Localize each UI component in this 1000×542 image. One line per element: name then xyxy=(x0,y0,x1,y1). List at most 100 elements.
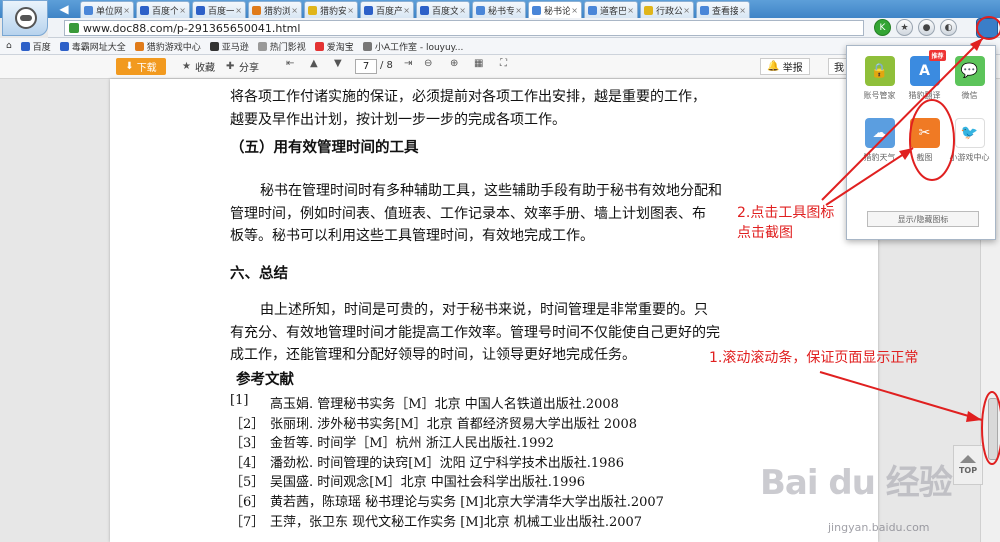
collect-button[interactable]: ★ 收藏 xyxy=(182,59,215,74)
tab-label: 猎豹浏... xyxy=(264,6,291,17)
browser-tab[interactable]: 查看接...× xyxy=(696,1,750,18)
browser-tab[interactable]: 猎豹安...× xyxy=(304,1,358,18)
tab-close-icon[interactable]: × xyxy=(347,6,354,15)
reference-number: ［5］ xyxy=(230,475,265,491)
browser-tab[interactable]: 行政公...× xyxy=(640,1,694,18)
tab-close-icon[interactable]: × xyxy=(459,6,466,15)
history-icon[interactable]: ◐ xyxy=(940,19,957,36)
url-text: www.doc88.com/p-291365650041.html xyxy=(83,21,301,35)
browser-tab[interactable]: 百度个...× xyxy=(136,1,190,18)
intro-line-1: 将各项工作付诸实施的保证，必须提前对各项工作出安排，越是重要的工作， xyxy=(230,89,706,105)
zoom-out-button[interactable]: ⊖ xyxy=(424,59,437,69)
report-button[interactable]: 🔔 举报 xyxy=(760,58,810,75)
browser-tab[interactable]: 道客巴...× xyxy=(584,1,638,18)
share-icon: ✚ xyxy=(226,60,235,72)
section6-paragraph: 由上述所知，时间是可贵的，对于秘书来说，时间管理是非常重要的。只 有充分、有效地… xyxy=(230,299,766,367)
tab-favicon-icon xyxy=(308,5,317,15)
tools-menu-button[interactable] xyxy=(976,18,998,38)
last-page-button[interactable]: ⇥ xyxy=(404,59,417,69)
download-icon: ⬇ xyxy=(125,61,134,72)
reference-item: ［3］ 金哲等. 时间学［M］杭州 浙江人民出版社.1992 xyxy=(230,432,770,452)
tab-close-icon[interactable]: × xyxy=(683,6,690,15)
download-button[interactable]: ⬇ 下载 xyxy=(116,58,166,75)
tool-app[interactable]: 💬 微信 xyxy=(947,56,992,118)
report-label: 举报 xyxy=(782,63,803,74)
zoom-in-button[interactable]: ⊕ xyxy=(450,59,463,69)
tabs-container: 单位网...×百度个...×百度一...×猎豹浏...×猎豹安...×百度产..… xyxy=(80,1,752,18)
grid-view-button[interactable]: ▦ xyxy=(474,59,487,69)
last-page-icon: ⇥ xyxy=(404,58,413,69)
up-chevron-icon xyxy=(960,455,976,463)
bookmark-label: 热门影视 xyxy=(269,42,306,53)
tool-app[interactable]: ☁ 猎豹天气 xyxy=(857,118,902,180)
bookmark-item[interactable]: 小A工作室 - louyuy... xyxy=(362,40,463,53)
tool-app[interactable]: A 推荐 猎豹翻译 xyxy=(902,50,947,118)
tab-label: 百度产... xyxy=(376,6,403,17)
browser-tab[interactable]: 秘书论...× xyxy=(528,1,582,18)
reference-number: ［3］ xyxy=(230,436,265,452)
bookmark-icon xyxy=(209,41,219,51)
favorite-star-icon[interactable]: ★ xyxy=(896,19,913,36)
tool-app-glyph: ✂ xyxy=(918,125,931,141)
bookmark-item[interactable]: 热门影视 xyxy=(257,40,306,53)
step2-line-2: 点击截图 xyxy=(737,225,793,241)
bookmark-item[interactable]: 百度 xyxy=(20,40,51,53)
share-label: 分享 xyxy=(239,63,259,74)
tab-label: 行政公... xyxy=(656,6,683,17)
tool-app-icon: ☁ xyxy=(864,118,895,148)
tool-app[interactable]: 🔒 账号管家 xyxy=(857,56,902,118)
section6-title: 六、总结 xyxy=(230,265,288,282)
bookmark-item[interactable]: 爱淘宝 xyxy=(314,40,354,53)
page-number-input[interactable]: 7 xyxy=(355,59,377,74)
collect-label: 收藏 xyxy=(195,63,215,74)
browser-tab[interactable]: 百度产...× xyxy=(360,1,414,18)
tools-grid: 🔒 账号管家 A 推荐 猎豹翻译 💬 微信 ☁ 猎豹天气 ✂ 截图 🐦 小游戏中心 xyxy=(857,50,992,180)
tab-label: 百度文... xyxy=(432,6,459,17)
tab-close-icon[interactable]: × xyxy=(571,6,578,15)
next-page-button[interactable]: ▼ xyxy=(334,59,347,69)
tab-close-icon[interactable]: × xyxy=(403,6,410,15)
tab-close-icon[interactable]: × xyxy=(179,6,186,15)
grid-icon: ▦ xyxy=(474,58,484,69)
browser-tab[interactable]: 单位网...× xyxy=(80,1,134,18)
browser-tab[interactable]: 猎豹浏...× xyxy=(248,1,302,18)
watermark-site: jingyan.baidu.com xyxy=(828,521,930,534)
address-bar[interactable]: www.doc88.com/p-291365650041.html xyxy=(64,20,864,36)
back-button[interactable]: ◀ xyxy=(52,1,76,17)
tab-close-icon[interactable]: × xyxy=(515,6,522,15)
bookmark-icon xyxy=(362,41,372,51)
bookmark-home-icon[interactable]: ⌂ xyxy=(6,41,12,51)
tool-app[interactable]: ✂ 截图 xyxy=(902,118,947,180)
browser-logo[interactable] xyxy=(2,0,48,36)
tab-close-icon[interactable]: × xyxy=(739,6,746,15)
share-button[interactable]: ✚ 分享 xyxy=(226,59,259,74)
first-page-button[interactable]: ⇤ xyxy=(286,59,299,69)
tab-close-icon[interactable]: × xyxy=(291,6,298,15)
bookmark-label: 亚马逊 xyxy=(221,42,249,53)
scrollbar-thumb[interactable] xyxy=(988,398,998,460)
tab-favicon-icon xyxy=(700,5,709,15)
account-icon[interactable]: K xyxy=(874,19,891,36)
watermark: Bai du 经验 jingyan.baidu.com xyxy=(760,455,960,535)
tab-label: 查看接... xyxy=(712,6,739,17)
bookmark-item[interactable]: 毒霸网址大全 xyxy=(59,40,126,53)
section6-line-2: 有充分、有效地管理时间才能提高工作效率。管理号时间不仅能使自己更好的完 xyxy=(230,324,720,341)
tab-close-icon[interactable]: × xyxy=(627,6,634,15)
tool-app[interactable]: 🐦 小游戏中心 xyxy=(947,118,992,180)
tab-close-icon[interactable]: × xyxy=(123,6,130,15)
browser-tab[interactable]: 百度一...× xyxy=(192,1,246,18)
reference-text: 黄若茜，陈琼瑶 秘书理论与实务 [M]北京大学清华大学出版社.2007 xyxy=(270,494,664,510)
game-icon[interactable]: ● xyxy=(918,19,935,36)
fullscreen-button[interactable]: ⛶ xyxy=(500,59,513,69)
bookmark-item[interactable]: 亚马逊 xyxy=(209,40,249,53)
bookmark-item[interactable]: 猎豹游戏中心 xyxy=(134,40,201,53)
watermark-logo: Bai du 经验 xyxy=(760,455,953,504)
toggle-icons-button[interactable]: 显示/隐藏图标 xyxy=(867,211,979,227)
browser-tab[interactable]: 百度文...× xyxy=(416,1,470,18)
fullscreen-icon: ⛶ xyxy=(500,58,507,69)
prev-page-button[interactable]: ▲ xyxy=(310,59,323,69)
browser-tab[interactable]: 秘书专...× xyxy=(472,1,526,18)
bell-icon: 🔔 xyxy=(767,61,780,72)
tab-close-icon[interactable]: × xyxy=(235,6,242,15)
section5-title: （五）用有效管理时间的工具 xyxy=(230,139,419,156)
